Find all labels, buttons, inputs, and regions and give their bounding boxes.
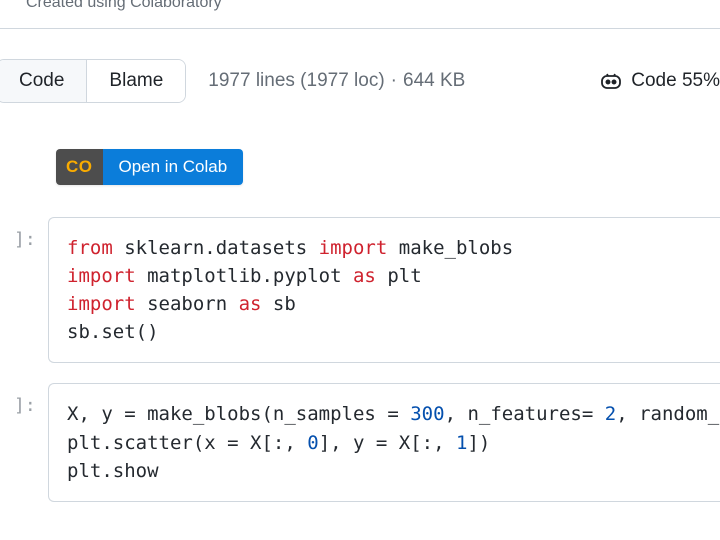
copilot-icon bbox=[599, 69, 623, 93]
code-percentage-label: Code 55% bbox=[631, 70, 720, 92]
colab-logo-icon: CO bbox=[56, 149, 103, 185]
cell-prompt: ]: bbox=[14, 229, 36, 250]
code-block[interactable]: X, y = make_blobs(n_samples = 300, n_fea… bbox=[48, 383, 720, 501]
blame-tab[interactable]: Blame bbox=[87, 60, 185, 102]
lines-count: 1977 lines (1977 loc) bbox=[208, 70, 384, 92]
file-toolbar: Code Blame 1977 lines (1977 loc) · 644 K… bbox=[0, 29, 720, 131]
file-stats: 1977 lines (1977 loc) · 644 KB bbox=[208, 70, 465, 92]
code-block[interactable]: from sklearn.datasets import make_blobs … bbox=[48, 217, 720, 363]
stats-separator: · bbox=[391, 70, 397, 92]
view-tabs: Code Blame bbox=[0, 59, 186, 103]
cell-prompt: ]: bbox=[14, 395, 36, 416]
created-using-meta: Created using Colaboratory bbox=[0, 0, 720, 22]
open-in-colab-button[interactable]: CO Open in Colab bbox=[56, 149, 243, 185]
code-cell: ]: from sklearn.datasets import make_blo… bbox=[0, 217, 720, 363]
file-size: 644 KB bbox=[403, 70, 465, 92]
colab-button-label: Open in Colab bbox=[103, 149, 244, 185]
notebook-content: CO Open in Colab ]: from sklearn.dataset… bbox=[0, 131, 720, 502]
code-cell: ]: X, y = make_blobs(n_samples = 300, n_… bbox=[0, 383, 720, 501]
code-percentage[interactable]: Code 55% bbox=[599, 69, 720, 93]
code-tab[interactable]: Code bbox=[0, 60, 87, 102]
